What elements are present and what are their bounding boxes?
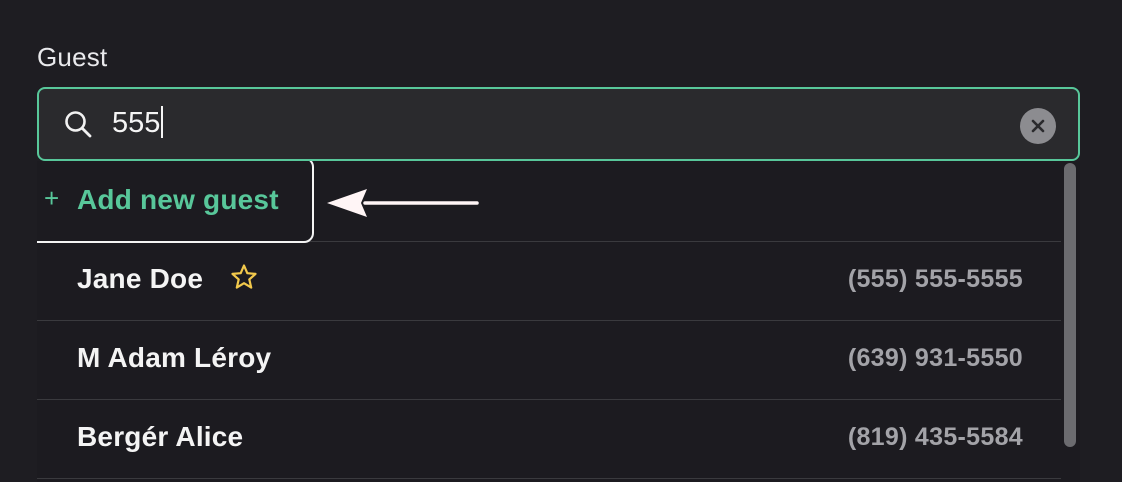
close-icon <box>1031 119 1045 133</box>
search-input-value: 555 <box>112 107 161 139</box>
search-icon <box>65 111 92 138</box>
clear-search-button[interactable] <box>1020 108 1056 144</box>
scrollbar-thumb[interactable] <box>1064 163 1076 447</box>
star-icon <box>231 264 257 289</box>
text-caret <box>161 106 164 138</box>
guest-name: Jane Doe <box>77 263 204 294</box>
guest-list-item[interactable]: Jane Doe (555) 555-5555 <box>37 242 1061 321</box>
arrow-left-icon <box>327 189 479 217</box>
guest-list-item[interactable]: M Adam Léroy (639) 931-5550 <box>37 321 1061 400</box>
search-input[interactable]: 555 <box>112 105 164 141</box>
add-new-guest-option[interactable]: + Add new guest <box>37 161 1061 243</box>
guest-phone: (555) 555-5555 <box>847 265 1023 293</box>
guest-name: M Adam Léroy <box>77 342 272 373</box>
guest-name: Bergér Alice <box>77 421 244 452</box>
scrollbar[interactable] <box>1061 161 1080 482</box>
guest-results-dropdown: + Add new guest Jane Doe (555) 555-5555 … <box>37 161 1080 482</box>
guest-list-item[interactable]: Bergér Alice (819) 435-5584 <box>37 400 1061 479</box>
guest-phone: (639) 931-5550 <box>847 344 1023 372</box>
guest-search-field[interactable]: 555 <box>37 87 1080 161</box>
add-new-guest-label: Add new guest <box>77 184 279 215</box>
plus-icon: + <box>44 183 60 213</box>
guest-field-label: Guest <box>37 42 108 72</box>
guest-phone: (819) 435-5584 <box>847 423 1023 451</box>
